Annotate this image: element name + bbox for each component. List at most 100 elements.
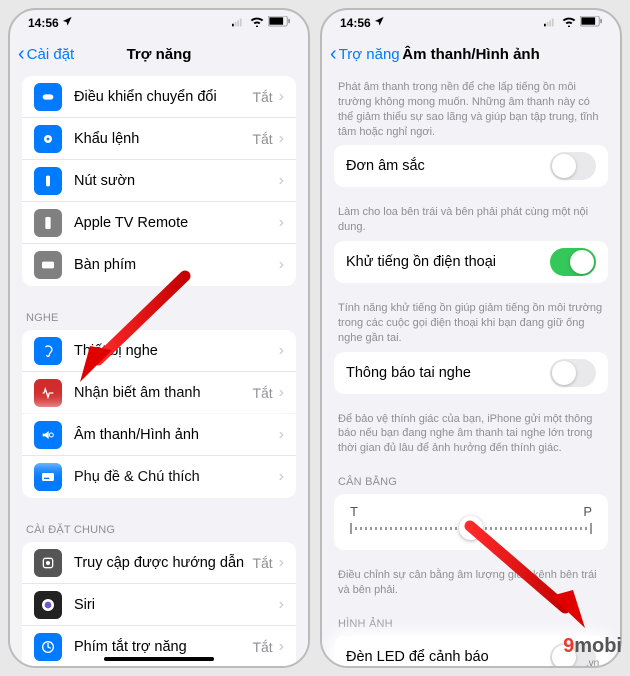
watermark-mobi: mobi xyxy=(574,635,622,657)
row-label: Phím tắt trợ năng xyxy=(74,639,252,655)
chevron-right-icon: › xyxy=(279,426,284,444)
watermark: 9mobi .vn xyxy=(563,635,622,669)
ear-icon xyxy=(34,337,62,365)
chevron-right-icon: › xyxy=(279,638,284,656)
chevron-right-icon: › xyxy=(279,384,284,402)
shortcut-icon xyxy=(34,633,62,661)
led-label: Đèn LED để cảnh báo xyxy=(346,649,550,665)
chevron-right-icon: › xyxy=(279,468,284,486)
noise-label: Khử tiếng ồn điện thoại xyxy=(346,254,550,270)
row-keyboard[interactable]: Bàn phím› xyxy=(22,244,296,286)
row-guided-access[interactable]: Truy cập được hướng dẫnTắt › xyxy=(22,542,296,584)
row-label: Bàn phím xyxy=(74,257,279,273)
chevron-right-icon: › xyxy=(279,342,284,360)
row-ear[interactable]: Thiết bị nghe› xyxy=(22,330,296,372)
watermark-nine: 9 xyxy=(563,635,574,657)
row-label: Thiết bị nghe xyxy=(74,343,279,359)
row-label: Apple TV Remote xyxy=(74,215,279,231)
chevron-right-icon: › xyxy=(279,172,284,190)
row-voice-control[interactable]: Khẩu lệnhTắt› xyxy=(22,118,296,160)
mono-toggle[interactable] xyxy=(550,152,596,180)
group-headphone: Thông báo tai nghe xyxy=(334,352,608,394)
audio-visual-icon xyxy=(34,421,62,449)
battery-icon xyxy=(580,16,602,30)
group-hearing: Thiết bị nghe›Nhận biết âm thanhTắt›Âm t… xyxy=(22,330,296,498)
switch-control-icon xyxy=(34,83,62,111)
balance-left-label: T xyxy=(350,504,358,519)
wifi-icon xyxy=(562,16,576,30)
home-indicator[interactable] xyxy=(104,657,214,661)
row-value: Tắt xyxy=(252,555,272,571)
chevron-right-icon: › xyxy=(279,88,284,106)
noise-footer: Tính năng khử tiếng ồn giúp giảm tiếng ồ… xyxy=(322,295,620,352)
row-audio-visual[interactable]: Âm thanh/Hình ảnh› xyxy=(22,414,296,456)
row-value: Tắt xyxy=(252,89,272,105)
row-sound-recognition[interactable]: Nhận biết âm thanhTắt › xyxy=(22,372,296,414)
back-button[interactable]: ‹ Trợ năng xyxy=(330,43,400,66)
row-label: Phụ đề & Chú thích xyxy=(74,469,279,485)
noise-toggle[interactable] xyxy=(550,248,596,276)
watermark-vn: .vn xyxy=(563,658,622,669)
row-siri[interactable]: Siri› xyxy=(22,584,296,626)
row-label: Nút sườn xyxy=(74,173,279,189)
row-value: Tắt xyxy=(252,131,272,147)
chevron-left-icon: ‹ xyxy=(330,43,337,66)
group-mono: Đơn âm sắc xyxy=(334,145,608,187)
row-switch-control[interactable]: Điều khiển chuyển đổiTắt › xyxy=(22,76,296,118)
group-balance: T P xyxy=(334,494,608,550)
nav-bar: ‹ Cài đặt Trợ năng xyxy=(10,32,308,76)
row-label: Truy cập được hướng dẫn xyxy=(74,555,252,571)
status-time: 14:56 xyxy=(28,16,59,30)
headphone-label: Thông báo tai nghe xyxy=(346,365,550,381)
back-button[interactable]: ‹ Cài đặt xyxy=(18,43,74,66)
back-label: Trợ năng xyxy=(339,46,400,63)
chevron-right-icon: › xyxy=(279,256,284,274)
settings-list: Phát âm thanh trong nền để che lấp tiếng… xyxy=(322,76,620,666)
chevron-right-icon: › xyxy=(279,214,284,232)
headphone-toggle[interactable] xyxy=(550,359,596,387)
row-mono-audio[interactable]: Đơn âm sắc xyxy=(334,145,608,187)
row-subtitles[interactable]: Phụ đề & Chú thích› xyxy=(22,456,296,498)
signal-icon xyxy=(544,16,558,30)
hearing-header: NGHE xyxy=(10,298,308,330)
mono-footer: Làm cho loa bên trái và bên phải phát cù… xyxy=(322,199,620,241)
slider-thumb[interactable] xyxy=(459,516,483,540)
side-button-icon xyxy=(34,167,62,195)
remote-icon xyxy=(34,209,62,237)
balance-footer: Điều chỉnh sự cân bằng âm lượng giữa kên… xyxy=(322,562,620,604)
location-icon xyxy=(62,16,73,30)
headphone-footer: Để bảo vệ thính giác của bạn, iPhone gửi… xyxy=(322,406,620,463)
general-header: CÀI ĐẶT CHUNG xyxy=(10,510,308,542)
location-icon xyxy=(374,16,385,30)
balance-slider-row: T P xyxy=(334,494,608,550)
visual-header: HÌNH ẢNH xyxy=(322,604,620,636)
signal-icon xyxy=(232,16,246,30)
row-headphone-notif[interactable]: Thông báo tai nghe xyxy=(334,352,608,394)
row-value: Tắt xyxy=(252,385,272,401)
siri-icon xyxy=(34,591,62,619)
row-label: Nhận biết âm thanh xyxy=(74,385,252,401)
battery-icon xyxy=(268,16,290,30)
row-label: Siri xyxy=(74,597,279,613)
row-value: Tắt xyxy=(252,639,272,655)
chevron-right-icon: › xyxy=(279,554,284,572)
mono-label: Đơn âm sắc xyxy=(346,158,550,174)
status-time: 14:56 xyxy=(340,16,371,30)
status-bar: 14:56 xyxy=(10,10,308,32)
group-noise: Khử tiếng ồn điện thoại xyxy=(334,241,608,283)
row-phone-noise[interactable]: Khử tiếng ồn điện thoại xyxy=(334,241,608,283)
subtitles-icon xyxy=(34,463,62,491)
row-remote[interactable]: Apple TV Remote› xyxy=(22,202,296,244)
voice-control-icon xyxy=(34,125,62,153)
left-phone: 14:56 ‹ Cài đặt Trợ năng Điều khiển chuy… xyxy=(8,8,310,668)
back-label: Cài đặt xyxy=(27,46,75,63)
row-side-button[interactable]: Nút sườn› xyxy=(22,160,296,202)
guided-access-icon xyxy=(34,549,62,577)
balance-right-label: P xyxy=(583,504,592,519)
row-label: Âm thanh/Hình ảnh xyxy=(74,427,279,443)
balance-slider[interactable] xyxy=(350,527,592,530)
right-phone: 14:56 ‹ Trợ năng Âm thanh/Hình ảnh Phát … xyxy=(320,8,622,668)
settings-list: Điều khiển chuyển đổiTắt›Khẩu lệnhTắt›Nú… xyxy=(10,76,308,666)
row-label: Điều khiển chuyển đổi xyxy=(74,89,252,105)
balance-header: CÂN BẰNG xyxy=(322,462,620,494)
